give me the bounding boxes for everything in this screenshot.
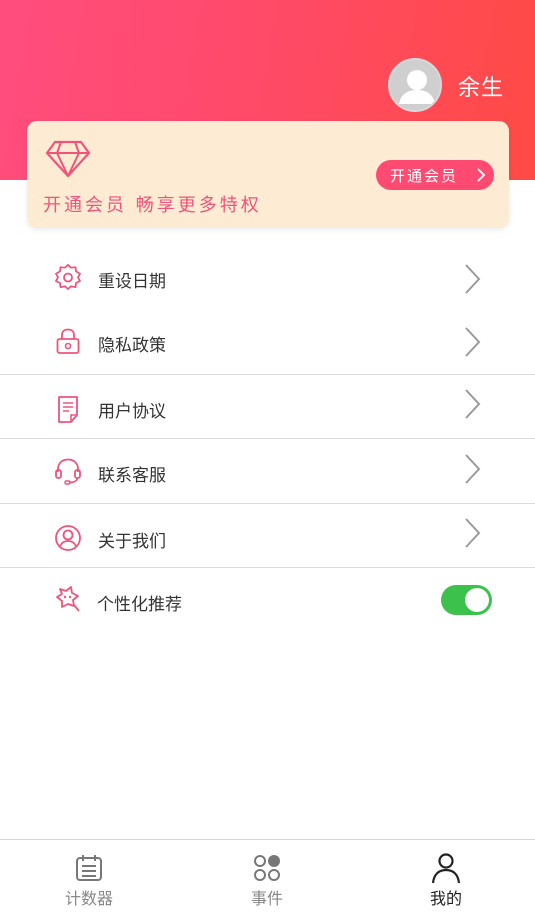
open-vip-button-label: 开通会员 — [390, 166, 459, 185]
document-icon — [58, 396, 78, 423]
tab-label: 事件 — [250, 889, 283, 908]
lock-icon — [56, 328, 80, 354]
chevron-right-icon — [465, 327, 481, 357]
toggle-knob — [465, 588, 489, 612]
user-circle-icon — [55, 525, 81, 551]
chevron-right-icon — [477, 168, 486, 182]
menu-item-contact-support[interactable]: 联系客服 — [0, 439, 535, 503]
chevron-right-icon — [465, 264, 481, 294]
chevron-right-icon — [465, 454, 481, 484]
vip-slogan: 开通会员 畅享更多特权 — [43, 195, 262, 216]
chevron-right-icon — [465, 518, 481, 548]
tab-counter[interactable]: 计数器 — [29, 840, 149, 915]
star-tag-icon — [56, 586, 80, 612]
calendar-icon — [76, 855, 102, 881]
open-vip-button[interactable]: 开通会员 — [376, 160, 494, 190]
person-icon — [431, 853, 461, 884]
bottom-tab-bar: 计数器 事件 我的 — [0, 839, 535, 915]
menu-item-reset-date[interactable]: 重设日期 — [0, 246, 535, 310]
user-avatar-icon[interactable] — [388, 58, 442, 112]
chevron-right-icon — [465, 389, 481, 419]
vip-card[interactable]: 开通会员 畅享更多特权 开通会员 — [27, 121, 509, 228]
menu-item-label: 联系客服 — [98, 466, 166, 486]
menu-item-about-us[interactable]: 关于我们 — [0, 504, 535, 568]
menu-item-label: 隐私政策 — [98, 336, 166, 356]
dots-grid-icon — [254, 855, 280, 881]
personalized-recommendation-toggle[interactable] — [441, 585, 492, 615]
menu-item-user-agreement[interactable]: 用户协议 — [0, 375, 535, 439]
menu-item-privacy-policy[interactable]: 隐私政策 — [0, 310, 535, 374]
tab-label: 计数器 — [64, 889, 113, 908]
menu-item-label: 重设日期 — [98, 272, 166, 292]
tab-events[interactable]: 事件 — [207, 840, 327, 915]
gear-icon — [55, 264, 81, 290]
tab-label: 我的 — [429, 889, 462, 908]
username[interactable]: 余生 — [458, 70, 504, 102]
tab-mine[interactable]: 我的 — [386, 840, 506, 915]
menu-item-label: 关于我们 — [98, 532, 166, 552]
headset-icon — [55, 458, 81, 485]
menu-item-label: 用户协议 — [98, 402, 166, 422]
diamond-icon — [45, 140, 91, 178]
menu-item-label: 个性化推荐 — [97, 595, 182, 615]
